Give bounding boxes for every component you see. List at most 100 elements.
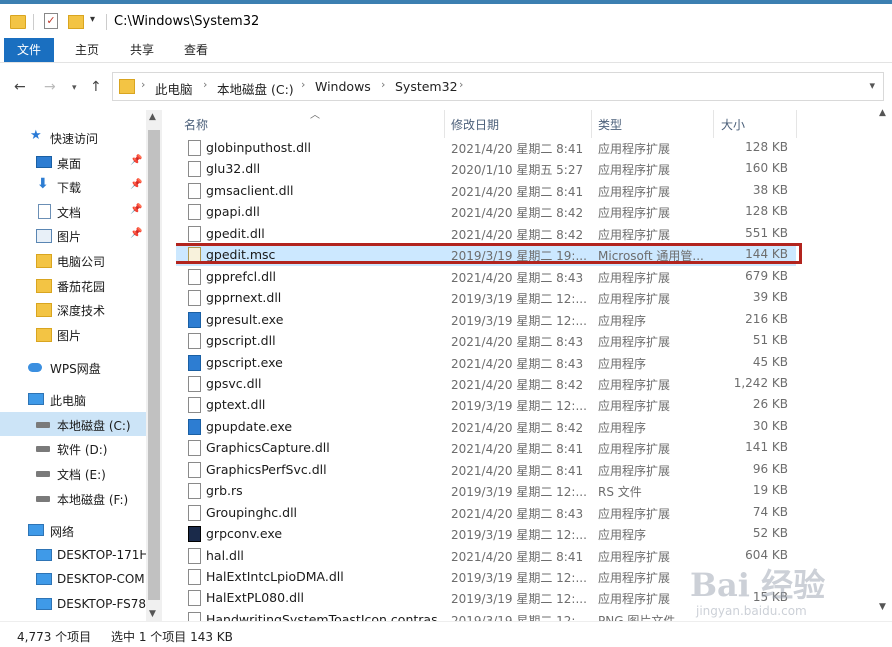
address-bar[interactable]: › 此电脑 › 本地磁盘 (C:) › Windows › System32 ›… (112, 72, 884, 101)
sidebar-item-folder[interactable]: 番茄花园 (0, 273, 146, 297)
tab-file[interactable]: 文件 (4, 38, 54, 62)
table-row[interactable]: gpapi.dll 2021/4/20 星期二 8:42 应用程序扩展 128 KB (176, 201, 796, 222)
chevron-down-icon[interactable]: ▾ (90, 14, 95, 25)
folder-icon (119, 79, 135, 94)
sidebar-item-drive-c[interactable]: 本地磁盘 (C:) (0, 412, 146, 436)
sidebar-item-wps-drive[interactable]: WPS网盘 (0, 355, 146, 379)
chevron-right-icon[interactable]: › (459, 78, 463, 91)
table-row[interactable]: HalExtIntcLpioDMA.dll 2019/3/19 星期二 12:..… (176, 566, 796, 587)
file-size: 141 KB (745, 440, 788, 455)
navigation-pane-scrollbar[interactable]: ▲ ▼ (146, 110, 162, 621)
sidebar-item-this-pc[interactable]: 此电脑 (0, 387, 146, 411)
column-header-type[interactable]: 类型 (598, 116, 622, 133)
column-header-date[interactable]: 修改日期 (451, 116, 499, 133)
file-icon (188, 204, 201, 221)
table-row[interactable]: GraphicsCapture.dll 2021/4/20 星期二 8:41 应用程… (176, 437, 796, 458)
file-icon (188, 225, 201, 242)
file-type: 应用程序扩展 (598, 506, 671, 521)
file-name: gmsaclient.dll (206, 182, 294, 198)
sidebar-item-folder[interactable]: 深度技术 (0, 297, 146, 321)
table-row[interactable]: gpprefcl.dll 2021/4/20 星期二 8:43 应用程序扩展 679 … (176, 266, 796, 287)
table-row[interactable]: gpscript.dll 2021/4/20 星期二 8:43 应用程序扩展 51 K… (176, 330, 796, 351)
breadcrumb-drive-c[interactable]: 本地磁盘 (C:) (217, 79, 294, 98)
status-bar: 4,773 个项目 选中 1 个项目 143 KB (0, 621, 892, 647)
tab-home[interactable]: 主页 (62, 38, 112, 62)
sidebar-item-downloads[interactable]: ⬇ 下载 📌 (0, 174, 146, 198)
sidebar-item-label: 电脑公司 (57, 255, 106, 269)
table-row[interactable]: hal.dll 2021/4/20 星期二 8:41 应用程序扩展 604 KB (176, 545, 796, 566)
table-row[interactable]: grpconv.exe 2019/3/19 星期二 12:... 应用程序 52 KB (176, 523, 796, 544)
column-divider[interactable] (591, 110, 592, 138)
file-type: 应用程序 (598, 313, 647, 328)
sidebar-item-drive-d[interactable]: 软件 (D:) (0, 436, 146, 460)
sidebar-item-folder[interactable]: 图片 (0, 322, 146, 346)
breadcrumb-system32[interactable]: System32 (395, 79, 458, 94)
table-row[interactable]: HandwritingSystemToastIcon.contras 2019/3… (176, 609, 796, 621)
table-row[interactable]: glu32.dll 2020/1/10 星期五 5:27 应用程序扩展 160 KB (176, 158, 796, 179)
sidebar-item-pictures[interactable]: 图片 📌 (0, 223, 146, 247)
scrollbar-thumb[interactable] (148, 130, 160, 600)
address-history-chevron-icon[interactable]: ▾ (869, 79, 875, 92)
column-header-size[interactable]: 大小 (721, 116, 745, 133)
new-folder-icon[interactable] (68, 15, 84, 29)
table-row[interactable]: HalExtPL080.dll 2019/3/19 星期二 12:... 应用程序扩… (176, 587, 796, 608)
pin-icon: 📌 (130, 155, 143, 166)
sidebar-item-desktop[interactable]: 桌面 📌 (0, 150, 146, 174)
forward-arrow-icon[interactable]: → (44, 79, 56, 95)
file-name: HalExtPL080.dll (206, 590, 304, 606)
drive-icon (36, 496, 50, 502)
sidebar-item-network-pc[interactable]: DESKTOP-FS78 (0, 592, 146, 616)
column-header-name[interactable]: 名称 (184, 116, 208, 133)
properties-icon[interactable]: ✓ (44, 13, 58, 29)
sidebar-item-documents[interactable]: 文档 📌 (0, 199, 146, 223)
monitor-icon (36, 598, 52, 610)
table-row[interactable]: gpscript.exe 2021/4/20 星期二 8:43 应用程序 45 KB (176, 352, 796, 373)
tab-view[interactable]: 查看 (172, 38, 220, 62)
file-list-scrollbar[interactable]: ▲ ▼ (876, 108, 892, 621)
table-row[interactable]: gpresult.exe 2019/3/19 星期二 12:... 应用程序 216 … (176, 309, 796, 330)
file-name: gpscript.dll (206, 333, 276, 349)
file-icon (188, 483, 201, 500)
table-row[interactable]: GraphicsPerfSvc.dll 2021/4/20 星期二 8:41 应用程… (176, 459, 796, 480)
breadcrumb-windows[interactable]: Windows (315, 79, 371, 94)
recent-locations-chevron-icon[interactable]: ▾ (72, 83, 77, 93)
table-row[interactable]: grb.rs 2019/3/19 星期二 12:... RS 文件 19 KB (176, 480, 796, 501)
file-date: 2021/4/20 星期二 8:43 (451, 335, 584, 350)
sidebar-item-network[interactable]: 网络 (0, 518, 146, 542)
scroll-up-icon[interactable]: ▲ (149, 112, 156, 122)
table-row[interactable]: gptext.dll 2019/3/19 星期二 12:... 应用程序扩展 26 K… (176, 394, 796, 415)
breadcrumb-this-pc[interactable]: 此电脑 (155, 79, 193, 98)
sidebar-item-drive-e[interactable]: 文档 (E:) (0, 461, 146, 485)
column-divider[interactable] (796, 110, 797, 138)
chevron-right-icon[interactable]: › (203, 78, 207, 91)
file-date: 2019/3/19 星期二 12:... (451, 399, 587, 414)
chevron-right-icon[interactable]: › (381, 78, 385, 91)
sidebar-item-folder[interactable]: 电脑公司 (0, 248, 146, 272)
table-row[interactable]: gpedit.dll 2021/4/20 星期二 8:42 应用程序扩展 551 KB (176, 223, 796, 244)
sidebar-item-drive-f[interactable]: 本地磁盘 (F:) (0, 486, 146, 510)
table-row[interactable]: gmsaclient.dll 2021/4/20 星期二 8:41 应用程序扩展 38… (176, 180, 796, 201)
scroll-down-icon[interactable]: ▼ (149, 609, 156, 619)
scroll-down-icon[interactable]: ▼ (879, 602, 886, 612)
table-row[interactable]: globinputhost.dll 2021/4/20 星期二 8:41 应用程序扩… (176, 137, 796, 158)
tab-share[interactable]: 共享 (118, 38, 166, 62)
sidebar-item-label: 下载 (57, 181, 82, 195)
table-row[interactable]: gpedit.msc 2019/3/19 星期二 19:... Microsoft … (176, 243, 802, 266)
up-arrow-icon[interactable]: ↑ (90, 79, 102, 95)
sidebar-item-network-pc[interactable]: DESKTOP-171H (0, 543, 146, 567)
table-row[interactable]: gpupdate.exe 2021/4/20 星期二 8:42 应用程序 30 KB (176, 416, 796, 437)
chevron-right-icon[interactable]: › (141, 78, 145, 91)
table-row[interactable]: gpsvc.dll 2021/4/20 星期二 8:42 应用程序扩展 1,242 K… (176, 373, 796, 394)
chevron-right-icon[interactable]: › (301, 78, 305, 91)
application-file-icon (188, 311, 201, 328)
table-row[interactable]: gpprnext.dll 2019/3/19 星期二 12:... 应用程序扩展 39… (176, 287, 796, 308)
back-arrow-icon[interactable]: ← (14, 79, 26, 95)
table-row[interactable]: Groupinghc.dll 2021/4/20 星期二 8:43 应用程序扩展 74… (176, 502, 796, 523)
column-divider[interactable] (444, 110, 445, 138)
sidebar-item-network-pc[interactable]: DESKTOP-COM (0, 567, 146, 591)
scroll-up-icon[interactable]: ▲ (879, 108, 886, 118)
file-size: 26 KB (752, 397, 788, 412)
file-name: gpprefcl.dll (206, 268, 276, 284)
column-divider[interactable] (713, 110, 714, 138)
sidebar-item-quick-access[interactable]: ★ 快速访问 (0, 125, 146, 149)
